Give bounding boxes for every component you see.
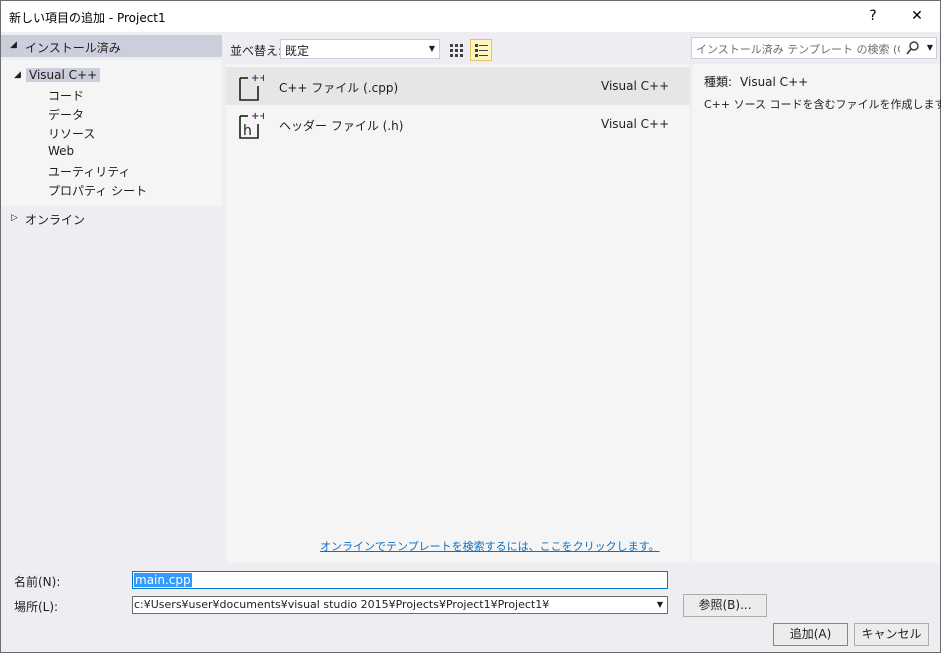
add-button[interactable]: 追加(A) [773,623,848,646]
template-list: ++ C++ ファイル (.cpp) Visual C++ h ++ ヘッダー … [226,64,690,563]
tree-item-label: ユーティリティ [48,165,131,179]
template-name: C++ ファイル (.cpp) [279,81,399,95]
svg-text:++: ++ [251,73,264,84]
cpp-file-icon: ++ [239,73,264,101]
template-item-header[interactable]: h ++ ヘッダー ファイル (.h) Visual C++ [226,105,690,143]
sort-value: 既定 [285,44,310,58]
template-item-cpp[interactable]: ++ C++ ファイル (.cpp) Visual C++ [226,67,690,105]
small-icons-view-button[interactable] [445,39,467,61]
details-view-button[interactable] [470,39,492,61]
sort-label: 並べ替え: [230,44,283,58]
name-input[interactable]: main.cpp [132,571,668,589]
tree-item-data[interactable]: データ [1,104,222,123]
name-value: main.cpp [134,573,192,587]
help-button[interactable]: ? [851,3,895,29]
grid-view-icon [450,44,463,57]
tree-item-label: Web [48,144,75,158]
collapse-arrow-icon[interactable]: ◢ [10,40,17,50]
sort-select[interactable]: 既定 ▼ [280,39,440,59]
chevron-down-icon[interactable]: ▼ [657,600,663,609]
collapse-arrow-icon[interactable]: ◢ [14,70,21,80]
template-type: Visual C++ [601,117,670,131]
tree-item-label: データ [48,108,85,122]
online-templates-link[interactable]: オンラインでテンプレートを検索するには、ここをクリックします。 [320,538,660,554]
tree-item-utility[interactable]: ユーティリティ [1,161,222,180]
bottom-form: 名前(N): main.cpp 場所(L): c:¥Users¥user¥doc… [1,564,940,652]
svg-text:++: ++ [251,111,264,122]
location-value: c:¥Users¥user¥documents¥visual studio 20… [134,598,550,611]
location-combobox[interactable]: c:¥Users¥user¥documents¥visual studio 20… [132,596,668,614]
tree-item-resource[interactable]: リソース [1,123,222,142]
search-placeholder: インストール済み テンプレート の検索 (Ctrl+E [696,43,900,56]
list-view-icon [475,44,488,57]
chevron-down-icon: ▼ [428,44,435,53]
installed-tree-box: ◢ Visual C++ コード データ リソース Web ユーティリティ プロ… [1,60,222,206]
tree-item-code[interactable]: コード [1,85,222,104]
cancel-button[interactable]: キャンセル [854,623,929,646]
type-row: 種類: Visual C++ [704,73,808,90]
name-label: 名前(N): [14,575,61,589]
close-button[interactable]: ✕ [895,3,939,29]
svg-text:h: h [243,123,252,139]
template-name: ヘッダー ファイル (.h) [279,119,404,133]
chevron-down-icon[interactable]: ▼ [927,43,933,52]
tree-item-label: プロパティ シート [48,184,148,198]
tree-item-visual-cpp[interactable]: ◢ Visual C++ [1,66,222,85]
browse-button[interactable]: 参照(B)... [683,594,767,617]
type-label: 種類: [704,75,733,89]
add-new-item-dialog: 新しい項目の追加 - Project1 ? ✕ ◢ インストール済み ◢ Vis… [0,0,941,653]
template-description: C++ ソース コードを含むファイルを作成します。 [704,98,941,111]
expand-arrow-icon[interactable]: ▷ [11,213,18,223]
location-label: 場所(L): [14,600,59,614]
tree-installed-header[interactable]: ◢ インストール済み [1,35,222,57]
search-icon[interactable] [906,40,920,56]
title-bar: 新しい項目の追加 - Project1 ? ✕ [1,1,940,32]
tree-item-label: コード [48,89,85,103]
tree-item-label: Visual C++ [26,68,101,82]
tree-item-property-sheet[interactable]: プロパティ シート [1,180,222,199]
tree-item-online[interactable]: ▷ オンライン [1,209,222,228]
type-value: Visual C++ [740,75,809,89]
tree-item-label: リソース [48,127,96,141]
header-file-icon: h ++ [239,111,264,139]
template-type: Visual C++ [601,79,670,93]
installed-label: インストール済み [25,41,121,55]
tree-item-web[interactable]: Web [1,142,222,161]
tree-item-label: オンライン [25,213,86,227]
toolbar: 並べ替え: 既定 ▼ [224,34,690,64]
category-tree: ◢ インストール済み ◢ Visual C++ コード データ リソース Web… [1,33,222,563]
details-panel: 種類: Visual C++ C++ ソース コードを含むファイルを作成します。 [692,64,941,563]
search-box[interactable]: インストール済み テンプレート の検索 (Ctrl+E ▼ [691,37,937,59]
window-title: 新しい項目の追加 - Project1 [9,11,166,25]
